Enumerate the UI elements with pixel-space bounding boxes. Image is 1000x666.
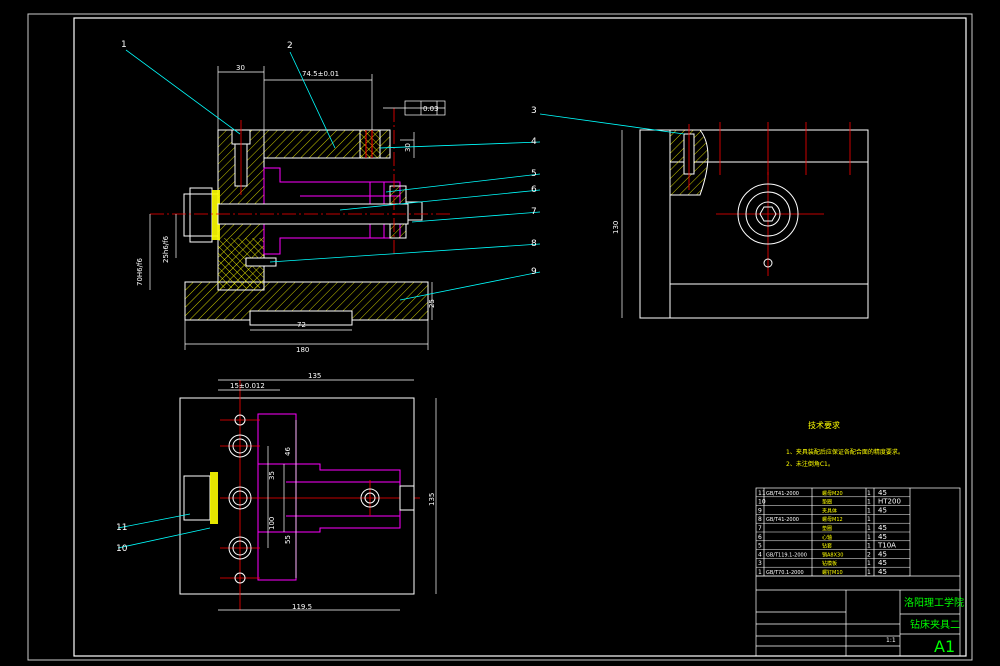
bom-cell-no: 8 xyxy=(758,516,762,523)
dim-25: 25 xyxy=(428,299,436,308)
bom-cell-code: GB/T70.1-2000 xyxy=(766,570,804,576)
bom-cell-mat: 45 xyxy=(878,524,887,532)
bom-cell-no: 1 xyxy=(758,569,762,576)
dim-135: 135 xyxy=(308,372,321,380)
callout-7: 7 xyxy=(531,207,537,217)
bom-cell-qty: 1 xyxy=(867,490,871,497)
bom-cell-no: 5 xyxy=(758,543,762,550)
top-view xyxy=(179,379,437,611)
callout-10: 10 xyxy=(116,544,128,554)
callout-11: 11 xyxy=(116,523,127,533)
dim-46: 46 xyxy=(284,447,292,456)
bom-cell-mat: T10A xyxy=(877,542,896,550)
cad-drawing: 1 2 3 4 5 6 7 8 9 10 11 30 74.5±0.01 0.0… xyxy=(27,13,973,661)
bom-cell-name: 垫圈 xyxy=(822,525,832,532)
bom-cell-name: 心轴 xyxy=(822,534,832,541)
callout-2: 2 xyxy=(287,41,293,51)
bom-cell-mat: 45 xyxy=(878,533,887,541)
side-view xyxy=(621,122,869,319)
bom-cell-qty: 1 xyxy=(867,560,871,567)
bom-cell-mat: 45 xyxy=(878,550,887,558)
dim-left2: 70H6/f6 xyxy=(136,258,144,286)
bom-cell-name: 螺母M20 xyxy=(822,490,843,497)
dim-100: 100 xyxy=(268,517,276,530)
school-name: 洛阳理工学院 xyxy=(904,596,964,609)
dim-35: 35 xyxy=(268,471,276,480)
callout-8: 8 xyxy=(531,239,537,249)
bom-cell-mat: 45 xyxy=(878,559,887,567)
callout-9: 9 xyxy=(531,267,537,277)
bom-cell-qty: 1 xyxy=(867,499,871,506)
dim-15: 15±0.012 xyxy=(230,382,265,390)
scale: 1:1 xyxy=(886,637,896,644)
bom-cell-code: GB/T41-2000 xyxy=(766,517,799,523)
bom-cell-no: 6 xyxy=(758,534,762,541)
callout-4: 4 xyxy=(531,137,537,147)
technical-notes: 技术要求 1、夹具装配后应保证各配合面的精度要求。 2、未注倒角C1。 xyxy=(786,420,904,468)
dim-55: 55 xyxy=(284,535,292,544)
dim-130: 130 xyxy=(612,221,620,234)
bom-cell-qty: 1 xyxy=(867,525,871,532)
callout-1: 1 xyxy=(121,40,127,50)
bom-cell-no: 11 xyxy=(758,490,766,497)
dim-74: 74.5±0.01 xyxy=(302,70,339,78)
dim-001: 0.03 xyxy=(423,105,439,113)
notes-line-1: 1、夹具装配后应保证各配合面的精度要求。 xyxy=(786,448,904,456)
bom-cell-mat: HT200 xyxy=(878,498,901,506)
notes-heading: 技术要求 xyxy=(808,420,840,430)
bom-cell-mat: 45 xyxy=(878,489,887,497)
dim-left1: 25h6/f6 xyxy=(162,235,170,263)
bom-cell-qty: 1 xyxy=(867,534,871,541)
bom-cell-name: 螺母M12 xyxy=(822,516,843,523)
bom-cell-no: 10 xyxy=(758,499,766,506)
bom-cell-no: 4 xyxy=(758,551,762,558)
bom-cell-qty: 1 xyxy=(867,543,871,550)
callout-6: 6 xyxy=(531,185,537,195)
dim-30b: 30 xyxy=(404,143,412,152)
front-section-view xyxy=(149,66,450,350)
dim-1195: 119.5 xyxy=(292,603,312,611)
notes-line-2: 2、未注倒角C1。 xyxy=(786,460,834,468)
bom-cell-name: 夹具体 xyxy=(822,507,837,514)
callout-3: 3 xyxy=(531,106,537,116)
bom-cell-name: 螺钉M10 xyxy=(822,569,843,576)
dim-135v: 135 xyxy=(428,493,436,506)
bom-cell-code: GB/T119.1-2000 xyxy=(766,552,807,558)
bom-cell-mat: 45 xyxy=(878,568,887,576)
bom-table: 11 GB/T41-2000 螺母M20 1 4510 垫圈 1 HT2009 夹具体 1 458 G… xyxy=(758,489,901,576)
bom-cell-no: 7 xyxy=(758,525,762,532)
bom-cell-qty: 1 xyxy=(867,516,871,523)
drawing-name: 钻床夹具二 xyxy=(910,618,960,631)
bom-cell-qty: 1 xyxy=(867,507,871,514)
bom-cell-qty: 1 xyxy=(867,569,871,576)
bom-cell-code: GB/T41-2000 xyxy=(766,491,799,497)
bom-cell-name: 钻模板 xyxy=(822,560,837,567)
bom-cell-no: 3 xyxy=(758,560,762,567)
bom-cell-name: 销A8X30 xyxy=(822,551,843,558)
dim-30: 30 xyxy=(236,64,245,72)
bom-cell-no: 9 xyxy=(758,507,762,514)
bom-cell-qty: 2 xyxy=(867,551,871,558)
callout-5: 5 xyxy=(531,169,537,179)
bom-cell-mat: 45 xyxy=(878,506,887,514)
dim-72: 72 xyxy=(297,321,306,329)
bom-cell-name: 垫圈 xyxy=(822,499,832,506)
sheet-size: A1 xyxy=(934,637,955,656)
bom-cell-name: 钻套 xyxy=(822,543,832,550)
dim-180: 180 xyxy=(296,346,309,354)
